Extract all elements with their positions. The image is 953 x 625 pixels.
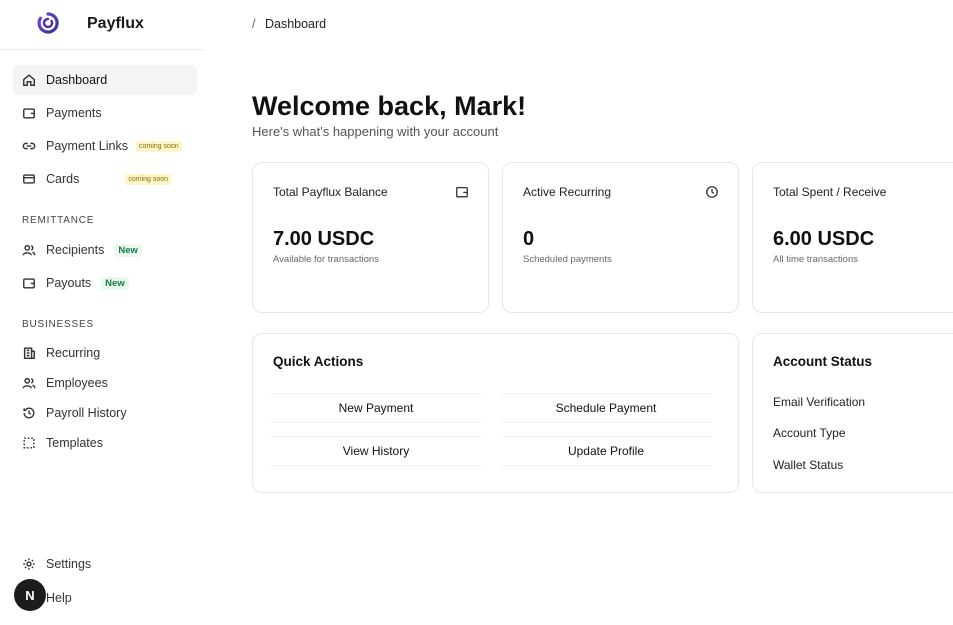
quick-actions-title: Quick Actions [273, 354, 364, 369]
avatar[interactable]: N [14, 579, 46, 611]
sidebar-item-label: Payments [46, 106, 102, 120]
sidebar-item-payment-links[interactable]: Payment Links coming soon [13, 131, 197, 161]
section-label-businesses: BUSINESSES [22, 319, 94, 330]
wallet-icon [22, 106, 36, 120]
sidebar-item-payouts[interactable]: Payouts New [13, 268, 197, 298]
update-profile-button[interactable]: Update Profile [501, 436, 711, 466]
building-icon [22, 346, 36, 360]
stat-card-value: 7.00 USDC [273, 228, 375, 250]
breadcrumb-current[interactable]: Dashboard [265, 17, 326, 31]
gear-icon [22, 557, 36, 571]
stat-card-caption: All time transactions [773, 254, 859, 265]
home-icon [22, 73, 36, 87]
status-row-account-type: Account Type [773, 426, 846, 440]
history-icon [22, 406, 36, 420]
brand-name: Payflux [87, 15, 144, 32]
page-subtitle: Here's what's happening with your accoun… [252, 124, 499, 139]
sidebar-item-label: Templates [46, 436, 103, 450]
stat-card-balance: Total Payflux Balance 7.00 USDC Availabl… [252, 162, 489, 313]
sidebar-item-payments[interactable]: Payments [13, 98, 197, 128]
stat-card-total-spent: Total Spent / Receive 6.00 USDC All time… [752, 162, 953, 313]
stat-card-recurring: Active Recurring 0 Scheduled payments [502, 162, 739, 313]
new-badge: New [101, 276, 129, 290]
new-payment-button[interactable]: New Payment [271, 393, 481, 423]
coming-soon-badge: coming soon [135, 140, 182, 152]
sidebar-item-label: Cards [46, 172, 80, 186]
sidebar-item-templates[interactable]: Templates [13, 428, 197, 458]
wallet-icon [22, 276, 36, 290]
sidebar-item-label: Dashboard [46, 73, 108, 87]
sidebar-item-recipients[interactable]: Recipients New [13, 235, 197, 265]
stat-card-title: Active Recurring [523, 185, 612, 199]
sidebar-item-dashboard[interactable]: Dashboard [13, 65, 197, 95]
schedule-payment-button[interactable]: Schedule Payment [501, 393, 711, 423]
sidebar-item-label: Employees [46, 376, 108, 390]
sidebar-item-label: Recipients [46, 243, 105, 257]
account-status-card: Account Status Email Verification Accoun… [752, 333, 953, 493]
sidebar-item-label: Payouts [46, 276, 92, 290]
users-icon [22, 376, 36, 390]
breadcrumb-separator: / [252, 17, 256, 31]
page-title: Welcome back, Mark! [252, 91, 527, 121]
sidebar-item-label: Help [46, 591, 72, 605]
stat-card-title: Total Payflux Balance [273, 185, 388, 199]
sidebar-item-label: Payroll History [46, 406, 127, 420]
sidebar-item-label: Recurring [46, 346, 101, 360]
clock-icon [705, 185, 719, 199]
brand-header: Payflux [0, 0, 205, 50]
section-label-remittance: REMITTANCE [22, 215, 95, 226]
stat-card-title: Total Spent / Receive [773, 185, 887, 199]
stat-card-caption: Available for transactions [273, 254, 379, 265]
link-icon [22, 139, 36, 153]
card-icon [22, 172, 36, 186]
quick-actions-card: Quick Actions New Payment Schedule Payme… [252, 333, 739, 493]
sidebar-item-employees[interactable]: Employees [13, 368, 197, 398]
coming-soon-badge: coming soon [125, 173, 172, 185]
account-status-title: Account Status [773, 354, 873, 369]
status-row-wallet-status: Wallet Status [773, 458, 844, 472]
breadcrumb: / Dashboard [252, 17, 326, 31]
stat-card-value: 0 [523, 228, 535, 250]
sidebar-item-label: Settings [46, 557, 92, 571]
template-icon [22, 436, 36, 450]
status-row-email-verification: Email Verification [773, 395, 866, 409]
sidebar: Payflux Dashboard Payments Payment Links… [0, 0, 205, 625]
stat-card-value: 6.00 USDC [773, 228, 875, 250]
payflux-logo-icon[interactable] [36, 11, 60, 35]
stat-card-caption: Scheduled payments [523, 254, 612, 265]
sidebar-item-cards[interactable]: Cards coming soon [13, 164, 197, 194]
sidebar-item-payroll-history[interactable]: Payroll History [13, 398, 197, 428]
sidebar-item-settings[interactable]: Settings [13, 549, 197, 579]
sidebar-item-label: Payment Links [46, 139, 128, 153]
users-icon [22, 243, 36, 257]
sidebar-item-recurring[interactable]: Recurring [13, 338, 197, 368]
new-badge: New [114, 243, 142, 257]
view-history-button[interactable]: View History [271, 436, 481, 466]
wallet-icon [455, 185, 469, 199]
